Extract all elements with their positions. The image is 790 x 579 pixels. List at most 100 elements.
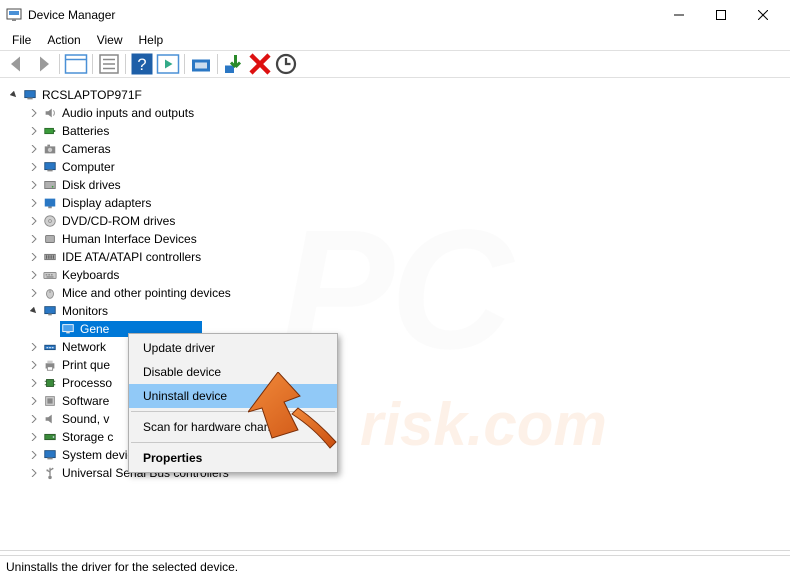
context-menu: Update driver Disable device Uninstall d… xyxy=(128,333,338,473)
computer-icon xyxy=(42,159,58,175)
tree-device-monitor-selected[interactable]: Gene xyxy=(4,320,788,338)
expand-icon[interactable] xyxy=(28,107,40,119)
window-controls xyxy=(658,0,784,30)
menu-action[interactable]: Action xyxy=(39,31,88,49)
expand-icon[interactable] xyxy=(28,431,40,443)
computer-icon xyxy=(22,87,38,103)
hid-icon xyxy=(42,231,58,247)
back-button[interactable] xyxy=(5,53,29,75)
context-menu-disable-device[interactable]: Disable device xyxy=(129,360,337,384)
ide-icon xyxy=(42,249,58,265)
speaker-icon xyxy=(42,411,58,427)
expand-icon[interactable] xyxy=(28,125,40,137)
tree-category-audio[interactable]: Audio inputs and outputs xyxy=(4,104,788,122)
expand-icon[interactable] xyxy=(28,449,40,461)
status-text: Uninstalls the driver for the selected d… xyxy=(6,560,238,574)
tree-category-system[interactable]: System devices xyxy=(4,446,788,464)
title-bar: Device Manager xyxy=(0,0,790,30)
forward-button[interactable] xyxy=(31,53,55,75)
maximize-button[interactable] xyxy=(700,0,742,30)
collapse-icon[interactable] xyxy=(28,305,40,317)
action-toolbar-button[interactable] xyxy=(156,53,180,75)
printer-icon xyxy=(42,357,58,373)
uninstall-device-toolbar-button[interactable] xyxy=(248,53,272,75)
tree-category-display-adapters[interactable]: Display adapters xyxy=(4,194,788,212)
disk-icon xyxy=(42,177,58,193)
context-menu-update-driver[interactable]: Update driver xyxy=(129,336,337,360)
tree-category-monitors[interactable]: Monitors xyxy=(4,302,788,320)
tree-category-print-queues[interactable]: Print que xyxy=(4,356,788,374)
help-toolbar-button[interactable]: ? xyxy=(130,53,154,75)
expand-icon[interactable] xyxy=(28,413,40,425)
expand-icon[interactable] xyxy=(28,377,40,389)
expand-icon[interactable] xyxy=(28,215,40,227)
tree-category-ide[interactable]: IDE ATA/ATAPI controllers xyxy=(4,248,788,266)
minimize-button[interactable] xyxy=(658,0,700,30)
storage-icon xyxy=(42,429,58,445)
toolbar-separator xyxy=(125,54,126,74)
tree-category-batteries[interactable]: Batteries xyxy=(4,122,788,140)
tree-category-disk-drives[interactable]: Disk drives xyxy=(4,176,788,194)
system-icon xyxy=(42,447,58,463)
properties-toolbar-button[interactable] xyxy=(97,53,121,75)
expand-icon[interactable] xyxy=(28,341,40,353)
expand-icon[interactable] xyxy=(28,359,40,371)
processor-icon xyxy=(42,375,58,391)
tree-category-mice[interactable]: Mice and other pointing devices xyxy=(4,284,788,302)
tree-category-cameras[interactable]: Cameras xyxy=(4,140,788,158)
expand-icon[interactable] xyxy=(28,269,40,281)
camera-icon xyxy=(42,141,58,157)
menu-bar: File Action View Help xyxy=(0,30,790,50)
tree-category-storage[interactable]: Storage c xyxy=(4,428,788,446)
device-manager-icon xyxy=(6,7,22,23)
close-button[interactable] xyxy=(742,0,784,30)
context-menu-uninstall-device[interactable]: Uninstall device xyxy=(129,384,337,408)
expand-icon[interactable] xyxy=(28,179,40,191)
tree-category-network[interactable]: Network xyxy=(4,338,788,356)
tree-category-keyboards[interactable]: Keyboards xyxy=(4,266,788,284)
menu-help[interactable]: Help xyxy=(131,31,172,49)
expand-icon[interactable] xyxy=(28,143,40,155)
update-driver-toolbar-button[interactable] xyxy=(274,53,298,75)
expand-icon[interactable] xyxy=(28,395,40,407)
menu-file[interactable]: File xyxy=(4,31,39,49)
enable-device-toolbar-button[interactable] xyxy=(222,53,246,75)
expand-icon[interactable] xyxy=(28,287,40,299)
context-menu-separator xyxy=(131,442,335,443)
tree-category-processors[interactable]: Processo xyxy=(4,374,788,392)
speaker-icon xyxy=(42,105,58,121)
window-title: Device Manager xyxy=(28,8,658,22)
tree-category-computer[interactable]: Computer xyxy=(4,158,788,176)
tree-root[interactable]: RCSLAPTOP971F xyxy=(4,86,788,104)
collapse-icon[interactable] xyxy=(8,89,20,101)
statusbar-divider xyxy=(0,550,790,551)
show-hide-console-button[interactable] xyxy=(64,53,88,75)
device-tree[interactable]: RCSLAPTOP971F Audio inputs and outputs B… xyxy=(0,82,790,551)
toolbar-separator xyxy=(217,54,218,74)
tree-category-sound[interactable]: Sound, v xyxy=(4,410,788,428)
battery-icon xyxy=(42,123,58,139)
toolbar-separator xyxy=(59,54,60,74)
display-adapter-icon xyxy=(42,195,58,211)
scan-hardware-toolbar-button[interactable] xyxy=(189,53,213,75)
expand-icon[interactable] xyxy=(28,197,40,209)
tree-category-usb[interactable]: Universal Serial Bus controllers xyxy=(4,464,788,482)
status-bar: Uninstalls the driver for the selected d… xyxy=(0,555,790,579)
tree-root-label: RCSLAPTOP971F xyxy=(42,88,142,102)
expand-icon[interactable] xyxy=(28,251,40,263)
keyboard-icon xyxy=(42,267,58,283)
context-menu-scan-hardware[interactable]: Scan for hardware changes xyxy=(129,415,337,439)
monitor-icon xyxy=(42,303,58,319)
tree-category-dvd[interactable]: DVD/CD-ROM drives xyxy=(4,212,788,230)
network-icon xyxy=(42,339,58,355)
expand-icon[interactable] xyxy=(28,161,40,173)
expand-icon[interactable] xyxy=(28,467,40,479)
tree-category-software[interactable]: Software xyxy=(4,392,788,410)
context-menu-separator xyxy=(131,411,335,412)
toolbar-separator xyxy=(184,54,185,74)
expand-icon[interactable] xyxy=(28,233,40,245)
menu-view[interactable]: View xyxy=(89,31,131,49)
tree-category-hid[interactable]: Human Interface Devices xyxy=(4,230,788,248)
svg-text:?: ? xyxy=(137,56,146,74)
context-menu-properties[interactable]: Properties xyxy=(129,446,337,470)
